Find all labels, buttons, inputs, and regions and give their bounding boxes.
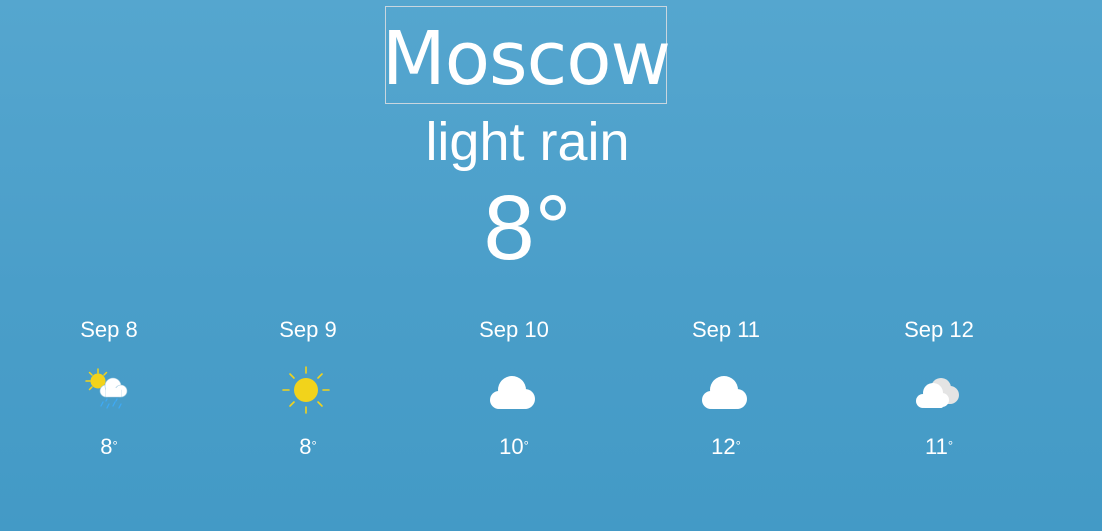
city-name-box[interactable]: Moscow bbox=[381, 6, 671, 104]
forecast-date: Sep 9 bbox=[279, 317, 337, 342]
forecast-day: Sep 10 10° bbox=[454, 316, 574, 460]
forecast-date: Sep 12 bbox=[904, 317, 974, 342]
forecast-temp: 11° bbox=[924, 434, 954, 459]
forecast-day: Sep 9 8° bbox=[248, 316, 368, 460]
current-temperature: 8° bbox=[483, 177, 572, 279]
clouds-icon bbox=[916, 378, 959, 408]
cloud-icon bbox=[490, 376, 535, 409]
forecast-temp: 8° bbox=[100, 434, 118, 459]
current-condition: light rain bbox=[425, 112, 630, 172]
forecast-date: Sep 8 bbox=[80, 317, 138, 342]
forecast-day: Sep 8 8° bbox=[49, 316, 169, 460]
sun-cloud-rain-icon bbox=[85, 368, 128, 409]
forecast-temp: 10° bbox=[499, 434, 529, 459]
forecast-temp: 8° bbox=[299, 434, 317, 459]
forecast-date: Sep 10 bbox=[479, 317, 549, 342]
cloud-icon bbox=[702, 376, 747, 409]
city-name: Moscow bbox=[381, 16, 671, 102]
forecast-day: Sep 12 11° bbox=[879, 316, 999, 460]
forecast-date: Sep 11 bbox=[691, 317, 761, 342]
forecast-strip: Sep 8 8° Sep 9 8° Sep 10 10° Sep 11 12° … bbox=[0, 316, 1102, 476]
sun-icon bbox=[282, 366, 330, 414]
forecast-day: Sep 11 12° bbox=[666, 316, 786, 460]
forecast-temp: 12° bbox=[711, 434, 741, 459]
